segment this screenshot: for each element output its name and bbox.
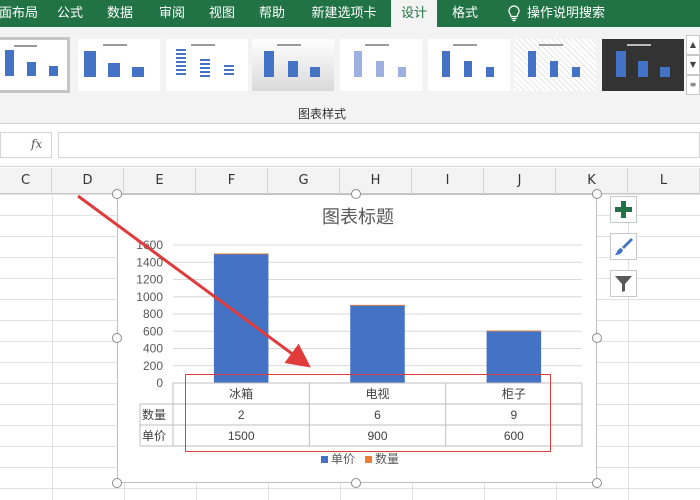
chart-styles-group-label: 图表样式 [297,107,346,121]
y-tick-label: 1600 [136,238,163,252]
column-header[interactable]: E [124,168,196,194]
chart-area[interactable]: 图表标题 0 200 400 600 800 1000 1200 1400 1600 冰箱 电视 柜… [117,194,597,483]
tab-review[interactable]: 审阅 [148,0,196,27]
chart-style-thumbnail[interactable] [602,39,684,91]
column-header[interactable]: J [484,168,556,194]
category-label: 冰箱 [229,386,253,401]
column-header[interactable]: H [340,168,412,194]
y-tick-label: 600 [143,324,163,338]
bar-单价-冰箱 [213,253,269,383]
table-row-label: 数量 [142,407,166,422]
legend-label: 数量 [375,451,399,466]
column-header[interactable]: L [628,168,700,194]
column-header[interactable]: I [412,168,484,194]
gallery-up-icon[interactable]: ▲ [686,35,700,55]
y-tick-label: 200 [143,359,163,373]
table-cell: 600 [504,429,524,443]
y-tick-label: 1400 [136,255,163,269]
table-cell: 6 [374,408,381,422]
table-cell: 9 [510,408,517,422]
bar-数量-冰箱 [213,253,269,255]
chart-style-thumbnail[interactable] [252,39,334,91]
bar-数量-柜子 [486,330,542,332]
table-cell: 2 [238,408,245,422]
chart-style-thumbnail[interactable] [428,39,510,91]
resize-handle[interactable] [112,333,122,343]
tab-design[interactable]: 设计 [391,0,437,27]
gallery-down-icon[interactable]: ▼ [686,55,700,75]
resize-handle[interactable] [351,478,361,488]
bar-数量-电视 [350,304,405,306]
column-header[interactable]: G [268,168,340,194]
column-header[interactable]: F [196,168,268,194]
name-box-area: fx [0,132,52,158]
y-tick-label: 400 [143,342,163,356]
resize-handle[interactable] [351,189,361,199]
chart-style-thumbnail[interactable] [514,39,596,91]
y-tick-label: 800 [143,307,163,321]
y-tick-label: 0 [156,376,163,390]
chart-style-thumbnail[interactable] [340,39,422,91]
gallery-more-icon[interactable]: ≡ [686,75,700,95]
lightbulb-icon [508,5,520,22]
resize-handle[interactable] [112,478,122,488]
tab-view[interactable]: 视图 [198,0,246,27]
legend-swatch [365,456,372,463]
tab-new-tab[interactable]: 新建选项卡 [304,0,384,27]
y-tick-label: 1000 [136,290,163,304]
chart-style-thumbnail[interactable] [166,39,248,91]
brush-icon [615,238,633,255]
function-icon[interactable]: fx [31,137,42,151]
legend-swatch [321,456,328,463]
category-label: 柜子 [502,387,526,401]
chart-style-thumbnail[interactable] [0,37,70,93]
tab-page-layout[interactable]: 页面布局 [0,0,38,27]
tab-data[interactable]: 数据 [96,0,144,27]
resize-handle[interactable] [592,189,602,199]
table-row-label: 单价 [142,429,166,443]
bar-单价-柜子 [486,331,542,383]
tab-format[interactable]: 格式 [442,0,488,27]
legend-label: 单价 [331,452,355,466]
formula-input[interactable] [58,132,700,158]
table-cell: 900 [367,429,387,443]
chart-filters-button[interactable] [610,270,637,297]
tab-formulas[interactable]: 公式 [46,0,94,27]
column-header[interactable]: C [0,168,52,194]
resize-handle[interactable] [592,478,602,488]
ribbon-panel: ▲ ▼ ≡ 图表样式 [0,27,700,124]
category-label: 电视 [365,386,389,401]
plus-icon [615,201,632,218]
filter-icon [615,276,632,292]
table-cell: 1500 [228,429,255,443]
formula-bar: fx [0,124,700,167]
bar-单价-电视 [350,305,405,383]
tell-me-search[interactable]: 操作说明搜索 [527,0,607,27]
resize-handle[interactable] [112,189,122,199]
y-tick-label: 1200 [136,273,163,287]
chart-title[interactable]: 图表标题 [322,207,394,227]
tab-help[interactable]: 帮助 [248,0,296,27]
chart-elements-button[interactable] [610,196,637,223]
gallery-scroll: ▲ ▼ ≡ [686,35,700,95]
chart-styles-button[interactable] [610,233,637,260]
ribbon-tab-bar: 页面布局 公式 数据 审阅 视图 帮助 新建选项卡 设计 格式 操作说明搜索 [0,0,700,27]
chart-styles-gallery [0,35,686,95]
chart-canvas: 图表标题 0 200 400 600 800 1000 1200 1400 1600 冰箱 电视 柜… [136,207,583,466]
resize-handle[interactable] [592,333,602,343]
chart-style-thumbnail[interactable] [78,39,160,91]
